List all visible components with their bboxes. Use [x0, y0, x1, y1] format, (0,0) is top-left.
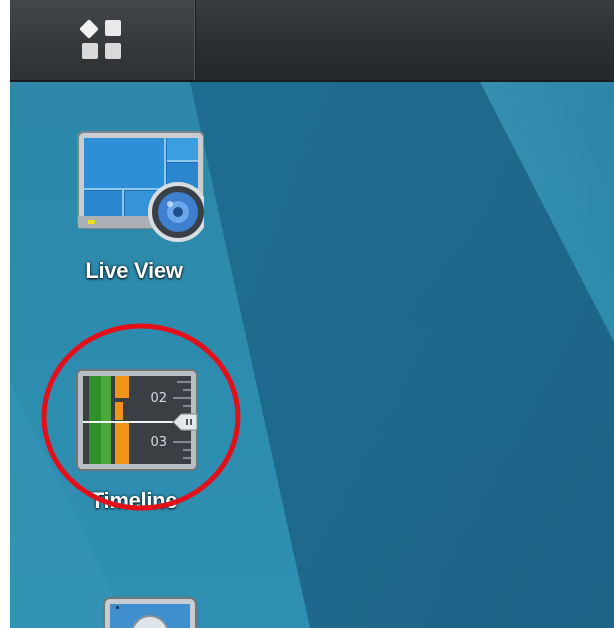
app-icon: [103, 597, 197, 628]
live-view-shortcut[interactable]: Live View: [54, 128, 214, 284]
live-view-icon: [77, 131, 204, 242]
timeline-icon: 02 03: [76, 369, 198, 471]
timeline-tick-bottom: 03: [150, 435, 167, 450]
timeline-tick-top: 02: [150, 391, 167, 406]
app-shortcut[interactable]: [70, 594, 230, 628]
main-menu-button[interactable]: [10, 0, 196, 80]
screen: Live View 02 03 Timeline: [10, 0, 614, 628]
main-menu-icon: [79, 19, 121, 59]
live-view-label: Live View: [85, 258, 183, 283]
taskbar: [10, 0, 614, 82]
timeline-label: Timeline: [90, 488, 178, 513]
timeline-shortcut[interactable]: 02 03 Timeline: [54, 366, 214, 514]
